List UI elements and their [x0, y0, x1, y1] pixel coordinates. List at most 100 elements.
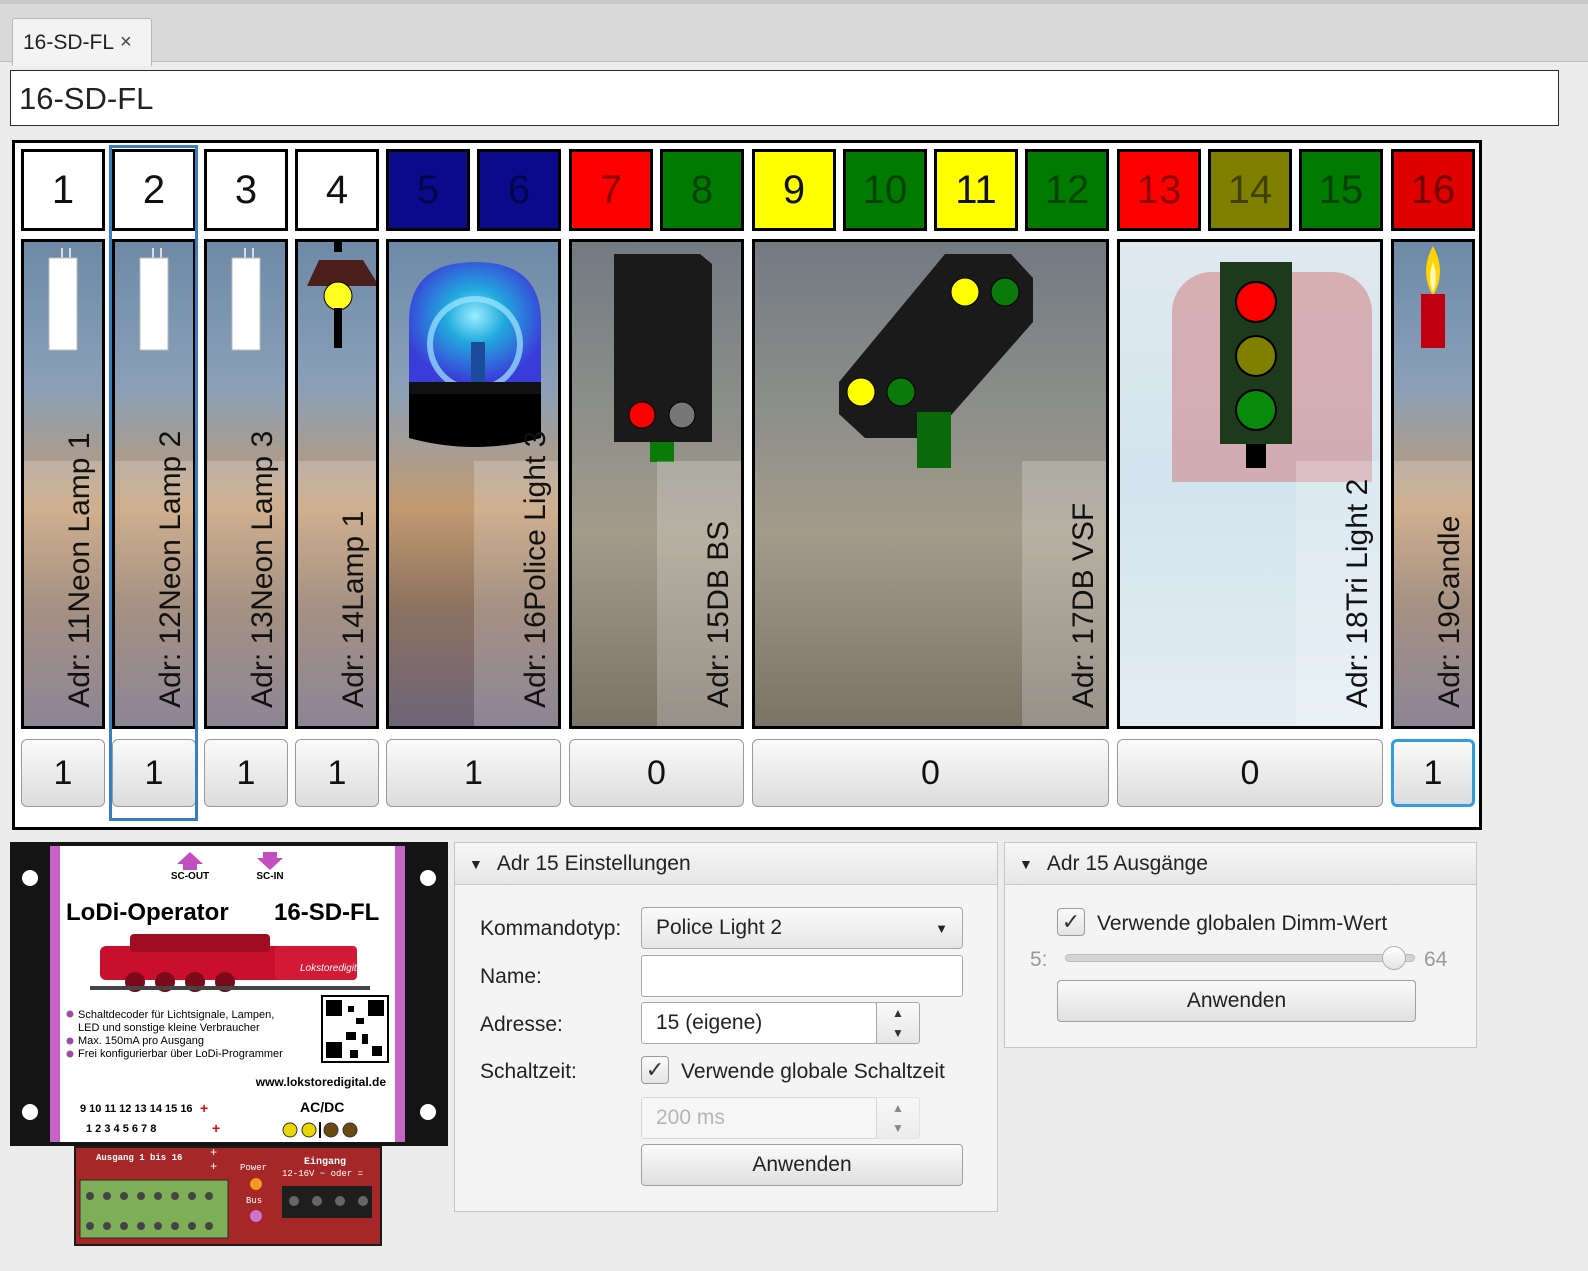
channel-9-indicator: 9 — [752, 149, 836, 231]
pcb-plus-2: + — [210, 1160, 217, 1174]
device-value-button-5[interactable]: 1 — [386, 739, 561, 807]
name-label: Name: — [480, 965, 542, 988]
device-name: Candle — [1433, 516, 1466, 612]
channel-7-indicator: 7 — [569, 149, 653, 231]
device-label: Adr: 19 Candle — [1433, 516, 1466, 712]
device-card-3[interactable]: Adr: 13 Neon Lamp 3 — [204, 239, 288, 729]
outputs-title: Adr 15 Ausgänge — [1046, 851, 1208, 875]
channel-2-indicator: 2 — [112, 149, 196, 231]
bullet-1: Schaltdecoder für Lichtsignale, Lampen, — [78, 1009, 274, 1021]
mount-hole — [22, 1104, 38, 1120]
schaltzeit-spinner[interactable]: ▲ ▼ — [876, 1097, 920, 1139]
pcb-plus-1: + — [210, 1148, 217, 1160]
sc-out-text: SC-OUT — [171, 871, 209, 882]
device-label: Adr: 11 Neon Lamp 1 — [63, 433, 96, 712]
decoder-name-field[interactable]: 16-SD-FL — [10, 70, 1559, 126]
device-address: Adr: 19 — [1433, 611, 1466, 708]
schaltzeit-checkbox[interactable]: ✓ — [641, 1056, 669, 1084]
schaltzeit-input[interactable]: 200 ms — [641, 1097, 877, 1139]
device-label: Adr: 14 Lamp 1 — [337, 511, 370, 712]
spin-down-icon[interactable]: ▼ — [877, 1118, 919, 1138]
device-card-9[interactable]: Adr: 19 Candle — [1391, 239, 1475, 729]
device-name: DB VSF — [1067, 502, 1100, 612]
slider-max-label: 64 — [1424, 948, 1448, 971]
device-card-2[interactable]: Adr: 12 Neon Lamp 2 — [112, 239, 196, 729]
device-value-button-1[interactable]: 1 — [21, 739, 105, 807]
loco-brand-text: Lokstoredigital — [300, 963, 365, 974]
plus-2: + — [212, 1120, 220, 1136]
tab-label: 16-SD-FL — [23, 30, 115, 54]
checkmark-icon: ✓ — [645, 1057, 665, 1082]
device-card-5[interactable]: Adr: 16 Police Light 3 — [386, 239, 561, 729]
dimm-checkbox[interactable]: ✓ — [1057, 908, 1085, 936]
settings-title: Adr 15 Einstellungen — [496, 851, 691, 875]
device-card-8[interactable]: Adr: 18 Tri Light 2 — [1117, 239, 1383, 729]
module-image: SC-OUT SC-IN LoDi-Operator 16-SD-FL Loks… — [10, 842, 448, 1146]
tab-bar: 16-SD-FL × — [0, 0, 1588, 66]
device-card-6[interactable]: Adr: 15 DB BS — [569, 239, 744, 729]
device-value-button-3[interactable]: 1 — [204, 739, 288, 807]
device-address: Adr: 11 — [63, 613, 96, 709]
device-card-7[interactable]: Adr: 17 DB VSF — [752, 239, 1109, 729]
device-label: Adr: 12 Neon Lamp 2 — [154, 431, 187, 712]
name-input[interactable] — [641, 955, 963, 997]
device-value-button-7[interactable]: 0 — [752, 739, 1109, 807]
device-label: Adr: 15 DB BS — [702, 521, 735, 712]
device-name: Police Light 3 — [519, 431, 552, 612]
device-address: Adr: 13 — [246, 611, 279, 708]
adresse-spinner[interactable]: ▲ ▼ — [876, 1002, 920, 1044]
schaltzeit-checkbox-label: Verwende globale Schaltzeit — [681, 1060, 945, 1083]
url-text: www.lokstoredigital.de — [255, 1075, 387, 1089]
spin-down-icon[interactable]: ▼ — [877, 1023, 919, 1043]
device-label: Adr: 18 Tri Light 2 — [1341, 478, 1374, 712]
device-value-button-9[interactable]: 1 — [1391, 739, 1475, 807]
channel-15-indicator: 15 — [1299, 149, 1383, 231]
device-name: Tri Light 2 — [1341, 478, 1374, 612]
mount-hole — [22, 870, 38, 886]
acdc-text: AC/DC — [300, 1099, 344, 1115]
spin-up-icon[interactable]: ▲ — [877, 1003, 919, 1023]
dimm-slider-track[interactable] — [1065, 946, 1415, 970]
spin-up-icon[interactable]: ▲ — [877, 1098, 919, 1118]
adresse-input[interactable]: 15 (eigene) — [641, 1002, 877, 1044]
channel-10-indicator: 10 — [843, 149, 927, 231]
device-value-button-8[interactable]: 0 — [1117, 739, 1383, 807]
outputs-apply-button[interactable]: Anwenden — [1057, 980, 1416, 1022]
collapse-triangle-icon: ▼ — [1019, 855, 1033, 872]
mount-hole — [420, 1104, 436, 1120]
bullet-3: Max. 150mA pro Ausgang — [78, 1035, 204, 1047]
pcb-input-text: Eingang — [304, 1156, 346, 1168]
channel-5-indicator: 5 — [386, 149, 470, 231]
tab-close-icon[interactable]: × — [120, 31, 132, 54]
outputs-panel-header[interactable]: ▼ Adr 15 Ausgänge — [1005, 843, 1476, 885]
qr-code-icon — [321, 995, 389, 1063]
tab-16-sd-fl[interactable]: 16-SD-FL × — [12, 18, 152, 66]
device-label: Adr: 16 Police Light 3 — [519, 431, 552, 712]
settings-panel-header[interactable]: ▼ Adr 15 Einstellungen — [455, 843, 997, 885]
device-name: Neon Lamp 2 — [154, 431, 187, 612]
channel-16-indicator: 16 — [1391, 149, 1475, 231]
pcb-power-text: Power — [240, 1163, 267, 1173]
sc-in-text: SC-IN — [256, 871, 283, 882]
device-card-4[interactable]: Adr: 14 Lamp 1 — [295, 239, 379, 729]
kommandotyp-value: Police Light 2 — [656, 916, 783, 939]
plus-1: + — [200, 1100, 208, 1116]
channel-13-indicator: 13 — [1117, 149, 1201, 231]
device-value-button-6[interactable]: 0 — [569, 739, 744, 807]
device-value-button-2[interactable]: 1 — [112, 739, 196, 807]
device-address: Adr: 16 — [519, 611, 552, 708]
device-value-button-4[interactable]: 1 — [295, 739, 379, 807]
pcb-outputs-text: Ausgang 1 bis 16 — [96, 1153, 182, 1163]
pin-row-2: 1 2 3 4 5 6 7 8 — [86, 1123, 156, 1135]
kommandotyp-label: Kommandotyp: — [480, 917, 622, 940]
settings-apply-button[interactable]: Anwenden — [641, 1144, 963, 1186]
device-name: Neon Lamp 1 — [63, 433, 96, 614]
schaltzeit-label: Schaltzeit: — [480, 1060, 577, 1083]
device-card-1[interactable]: Adr: 11 Neon Lamp 1 — [21, 239, 105, 729]
device-address: Adr: 17 — [1067, 611, 1100, 708]
pcb-image: Ausgang 1 bis 16 + + Power Bus Eingang 1… — [74, 1146, 382, 1246]
bullet-4: Frei konfigurierbar über LoDi-Programmer — [78, 1048, 283, 1060]
adresse-label: Adresse: — [480, 1013, 563, 1036]
kommandotyp-select[interactable]: Police Light 2 ▼ — [641, 907, 963, 949]
chevron-down-icon: ▼ — [935, 920, 948, 936]
